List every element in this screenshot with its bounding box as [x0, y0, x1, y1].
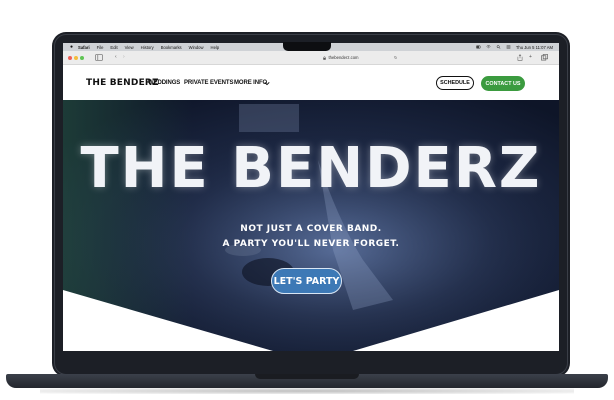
battery-icon[interactable] [475, 45, 481, 49]
forward-arrow-icon[interactable]: › [123, 54, 125, 61]
new-tab-icon[interactable]: + [529, 54, 532, 61]
minimize-window-button[interactable] [74, 56, 78, 60]
wifi-icon[interactable] [486, 45, 491, 49]
camera-notch [283, 42, 331, 51]
tab-overview-icon[interactable] [541, 54, 548, 61]
site-header: THE BENDERZ WEDDINGS PRIVATE EVENTS MORE… [63, 65, 559, 100]
reload-icon[interactable]: ↻ [394, 54, 397, 61]
schedule-button[interactable]: SCHEDULE [436, 76, 474, 90]
nav-private-events[interactable]: PRIVATE EVENTS [184, 80, 233, 86]
search-icon[interactable] [496, 45, 501, 49]
hero-section: THE BENDERZ NOT JUST A COVER BAND. A PAR… [63, 100, 559, 351]
laptop-shadow [40, 388, 574, 394]
menu-help[interactable]: Help [211, 45, 220, 50]
screen: ● Safari File Edit View History Bookmark… [63, 43, 559, 351]
apple-logo-icon[interactable]: ● [70, 44, 73, 50]
menu-window[interactable]: Window [189, 45, 204, 50]
lets-party-button[interactable]: LET'S PARTY [271, 268, 342, 294]
sidebar-toggle-icon[interactable] [95, 54, 103, 61]
lock-icon [323, 55, 327, 60]
contact-us-button[interactable]: CONTACT US [481, 76, 525, 91]
menu-history[interactable]: History [141, 45, 154, 50]
menu-bookmarks[interactable]: Bookmarks [161, 45, 182, 50]
control-center-icon[interactable] [506, 45, 511, 49]
menu-edit[interactable]: Edit [110, 45, 117, 50]
hero-tagline-line-2: A PARTY YOU'LL NEVER FORGET. [222, 239, 400, 249]
hero-tagline-line-1: NOT JUST A COVER BAND. [240, 224, 382, 234]
close-window-button[interactable] [68, 56, 72, 60]
menubar-clock[interactable]: Thu Jun 5 11:07 AM [516, 45, 553, 50]
hero-title: THE BENDERZ [80, 136, 542, 201]
chevron-down-icon[interactable] [264, 81, 270, 86]
menubar-status-area: Thu Jun 5 11:07 AM [475, 43, 553, 51]
menu-app-name[interactable]: Safari [78, 45, 90, 50]
menu-view[interactable]: View [125, 45, 134, 50]
zoom-window-button[interactable] [80, 56, 84, 60]
back-arrow-icon[interactable]: ‹ [115, 54, 117, 61]
address-url: thebenderz.com [328, 55, 359, 60]
menu-file[interactable]: File [97, 45, 104, 50]
nav-weddings[interactable]: WEDDINGS [148, 80, 180, 86]
browser-toolbar: ‹ › thebenderz.com ↻ + [63, 51, 559, 65]
share-icon[interactable] [517, 54, 523, 61]
nav-more-info[interactable]: MORE INFO [234, 80, 267, 86]
laptop-base-groove [255, 374, 359, 379]
